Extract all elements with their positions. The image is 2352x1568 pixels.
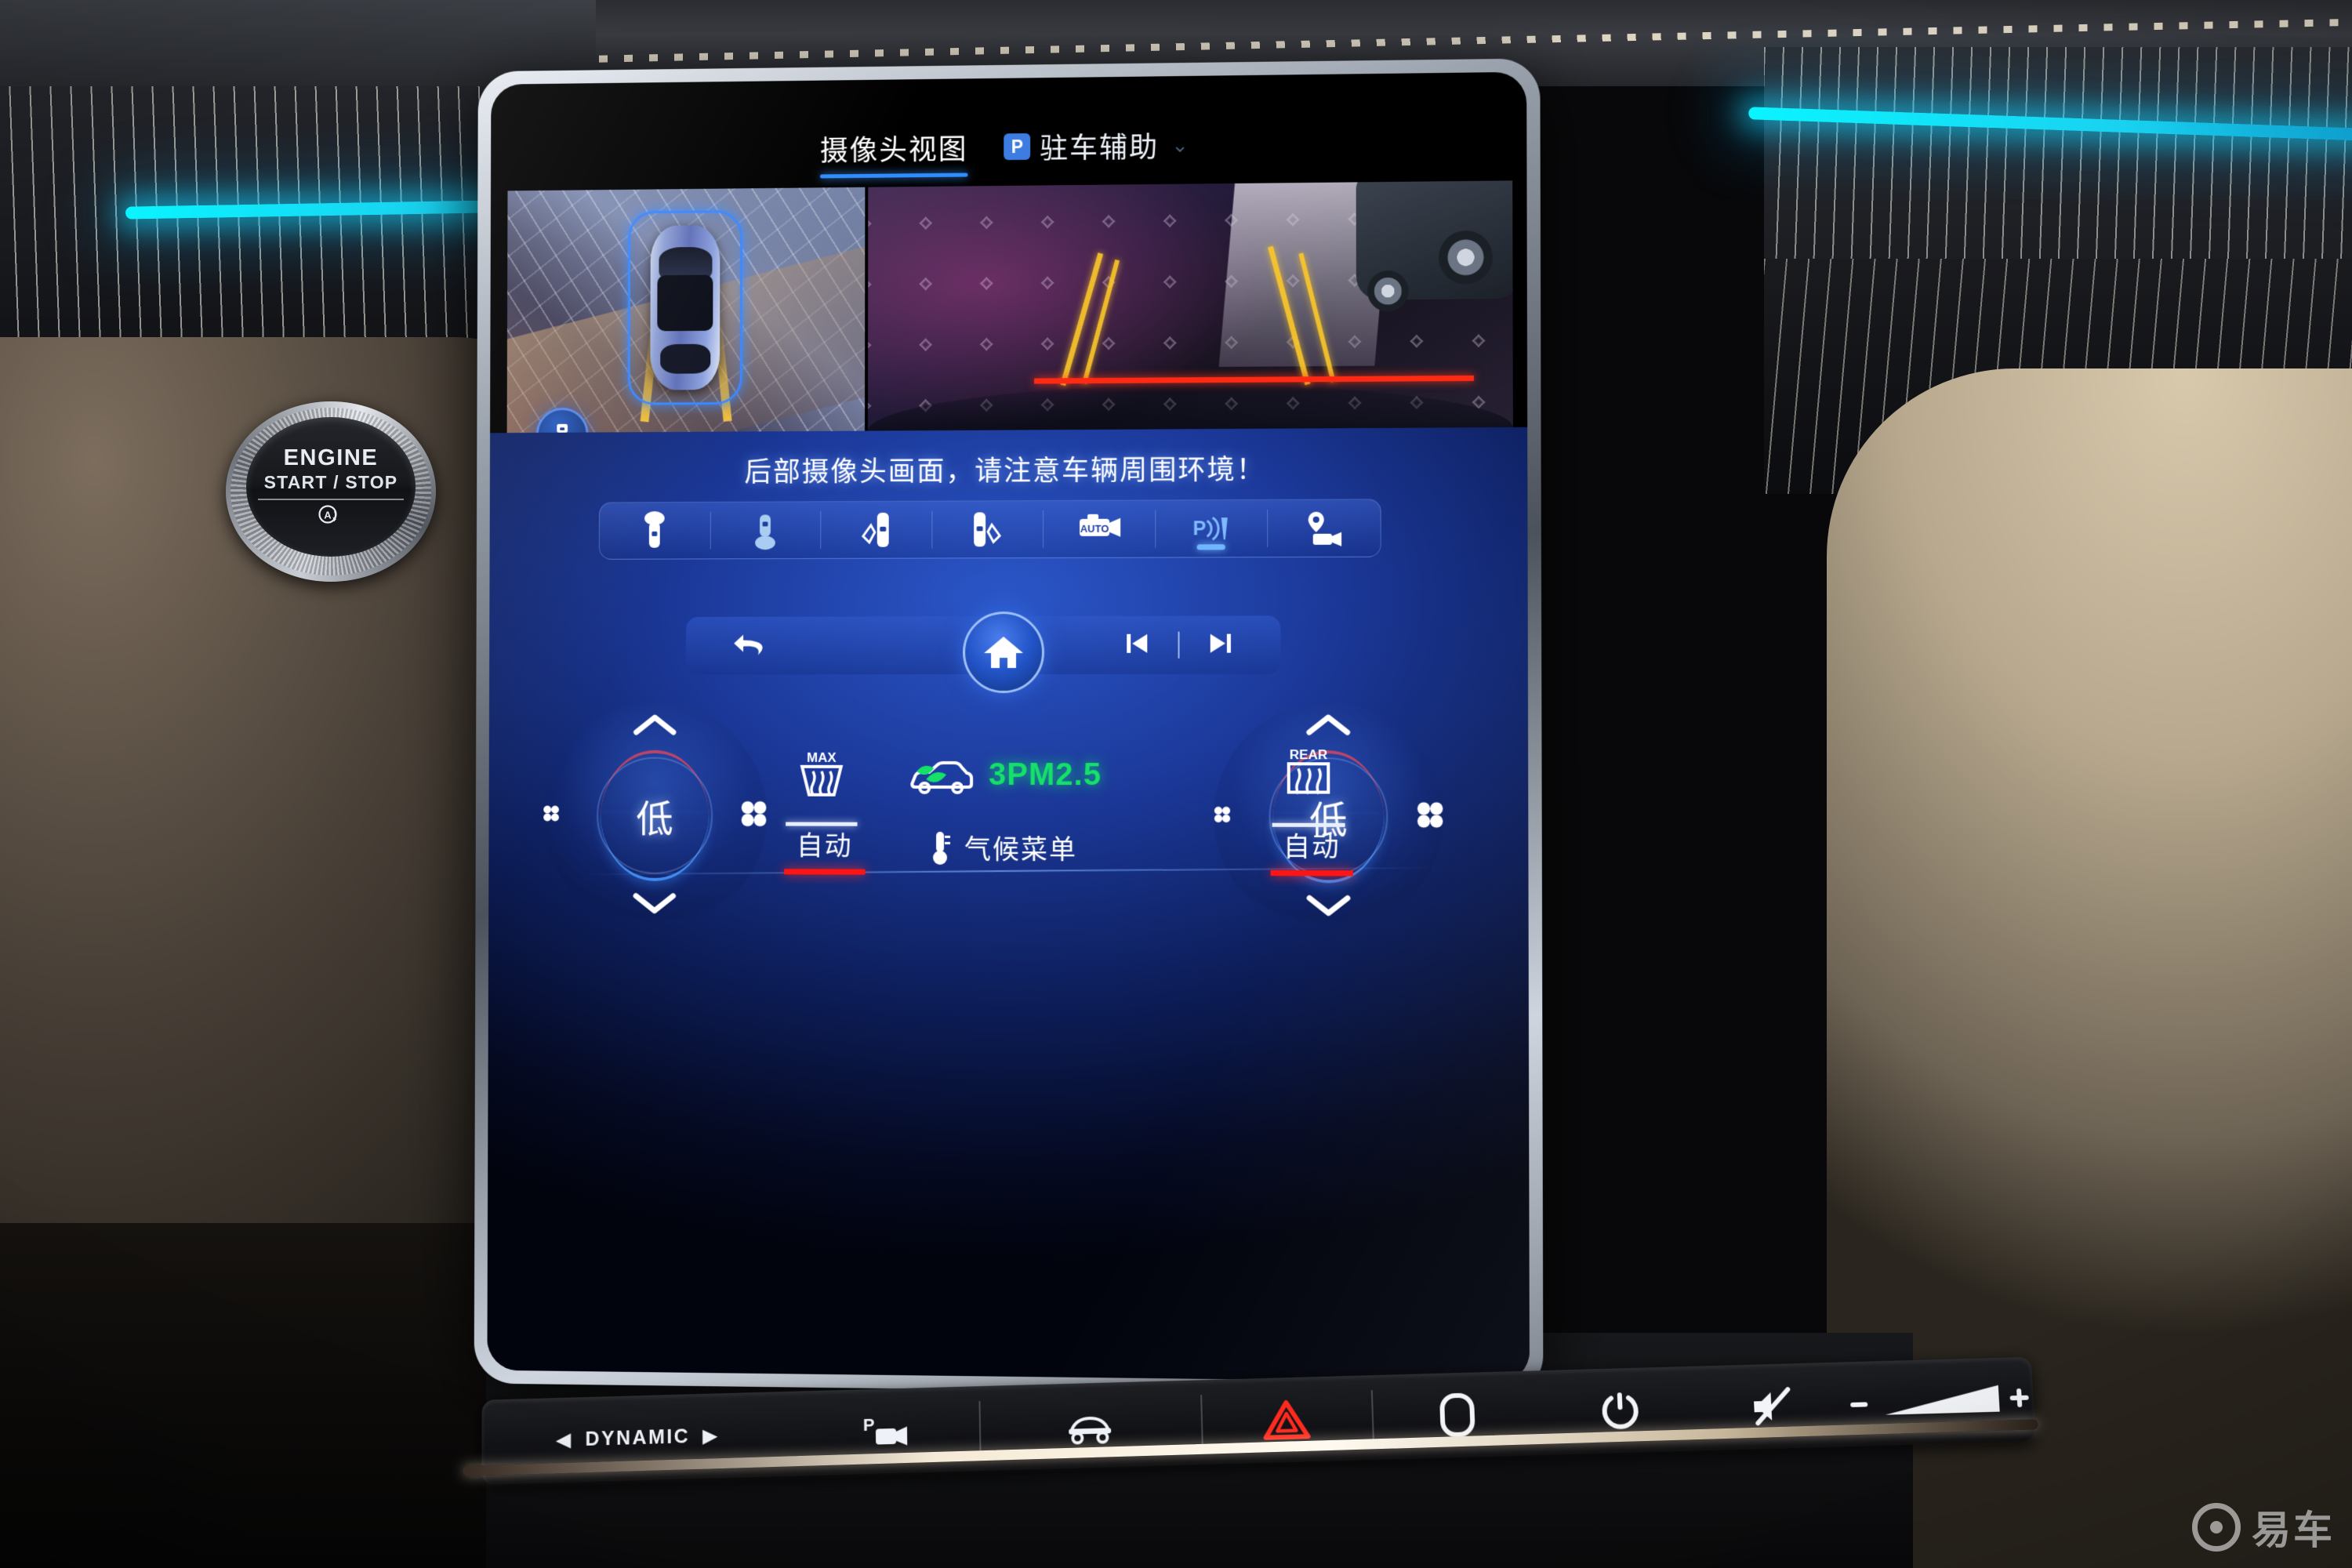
volume-plus-icon xyxy=(2016,1388,2023,1407)
parked-vehicle-wheel-front xyxy=(1367,270,1409,312)
rear-camera-icon[interactable] xyxy=(710,502,820,558)
tab-parking-assist[interactable]: P 驻车辅助 ⌄ xyxy=(1004,125,1189,176)
vehicle-body-shape xyxy=(650,225,720,390)
auto-label-left: 自动 xyxy=(796,831,853,862)
auto-camera-icon[interactable]: AUTO xyxy=(1043,501,1155,558)
chevron-up-icon[interactable] xyxy=(633,713,677,739)
tab-camera-view-label: 摄像头视图 xyxy=(820,132,968,167)
engine-label-line1: ENGINE xyxy=(283,445,379,470)
home-icon[interactable] xyxy=(963,611,1045,694)
infotainment-screen[interactable]: 摄像头视图 P 驻车辅助 ⌄ 后部摄像头画面，请注意车辆周围环境！ AUTO P… xyxy=(487,71,1530,1383)
temperature-dial-left[interactable]: 低 xyxy=(542,702,768,930)
rounded-rectangle-icon xyxy=(1435,1390,1479,1439)
vehicle-controls-panel: 后部摄像头画面，请注意车辆周围环境！ AUTO P 低 低 MAX 3PM2.5… xyxy=(487,426,1530,1383)
engine-label-line2: START / STOP xyxy=(263,471,398,492)
front-camera-icon[interactable] xyxy=(600,503,710,559)
mute-icon xyxy=(1748,1385,1797,1428)
surround-view-panel[interactable] xyxy=(506,187,866,434)
engine-start-stop-button[interactable]: ENGINE START / STOP A xyxy=(226,401,436,582)
p-badge-icon: P xyxy=(1004,132,1031,161)
right-side-camera-icon[interactable] xyxy=(931,501,1043,557)
screenshot-root: ENGINE START / STOP A 摄像头视图 P 驻车辅助 ⌄ 后部摄… xyxy=(0,0,2352,1568)
parked-vehicle-wheel-rear xyxy=(1439,230,1494,285)
watermark: 易车 xyxy=(2192,1499,2335,1555)
camera-view-container xyxy=(506,180,1513,434)
tab-active-indicator xyxy=(820,172,968,179)
dynamic-left-arrow[interactable]: ◀ xyxy=(556,1428,573,1452)
climate-menu-button[interactable]: 气候菜单 xyxy=(930,828,1077,866)
mode-active-indicator xyxy=(1196,544,1225,550)
watermark-logo-icon xyxy=(2192,1503,2241,1552)
hazard-triangle-icon xyxy=(1261,1397,1312,1443)
track-control-divider xyxy=(1178,631,1180,659)
air-purifier-car-icon xyxy=(906,754,975,795)
camera-warning-message: 后部摄像头画面，请注意车辆周围环境！ xyxy=(744,454,1266,488)
tab-parking-assist-label: 驻车辅助 xyxy=(1040,131,1160,165)
svg-text:P: P xyxy=(863,1415,875,1435)
parking-camera-icon: P xyxy=(863,1415,908,1446)
svg-text:REAR: REAR xyxy=(1290,747,1328,762)
power-icon xyxy=(1598,1389,1642,1432)
climate-auto-row: 自动 气候菜单 自动 xyxy=(488,824,1528,881)
auto-active-indicator-right xyxy=(1270,870,1353,877)
chevron-down-icon[interactable] xyxy=(633,892,676,918)
svg-text:P: P xyxy=(1193,518,1207,539)
rear-window-graphic xyxy=(660,343,711,374)
roof-graphic xyxy=(657,274,713,332)
vehicle-top-down-graphic xyxy=(623,205,747,423)
max-defrost-icon: MAX xyxy=(788,750,855,808)
rear-defrost-button[interactable]: REAR xyxy=(1272,746,1345,827)
auto-button-left[interactable]: 自动 xyxy=(784,825,866,875)
auto-label-right: 自动 xyxy=(1283,832,1341,863)
previous-track-icon[interactable] xyxy=(1123,630,1151,660)
dynamic-right-arrow[interactable]: ▶ xyxy=(702,1424,720,1448)
watermark-text: 易车 xyxy=(2252,1508,2335,1552)
chevron-down-icon[interactable] xyxy=(1306,894,1351,920)
svg-text:A: A xyxy=(324,509,332,521)
tab-camera-view[interactable]: 摄像头视图 xyxy=(820,127,968,179)
svg-text:AUTO: AUTO xyxy=(1080,523,1109,535)
air-quality-value: 3PM2.5 xyxy=(989,757,1102,792)
trailer-camera-icon[interactable] xyxy=(1268,499,1381,557)
engine-button-face: ENGINE START / STOP A xyxy=(246,417,416,557)
camera-mode-toolbar: AUTO P xyxy=(598,499,1381,560)
dynamic-label: DYNAMIC xyxy=(585,1425,691,1450)
engine-button-divider xyxy=(258,498,404,500)
infotainment-display-bezel: 摄像头视图 P 驻车辅助 ⌄ 后部摄像头画面，请注意车辆周围环境！ AUTO P… xyxy=(474,58,1544,1397)
auto-start-stop-icon: A xyxy=(318,504,344,529)
vehicle-suspension-icon xyxy=(1062,1417,1118,1446)
rear-defrost-icon: REAR xyxy=(1275,747,1343,808)
chevron-up-icon[interactable] xyxy=(1306,713,1351,739)
auto-button-right[interactable]: 自动 xyxy=(1270,826,1353,877)
chevron-down-icon: ⌄ xyxy=(1171,132,1189,157)
parking-sensor-icon[interactable]: P xyxy=(1155,500,1267,557)
back-arrow-icon[interactable] xyxy=(731,628,770,663)
max-defrost-button[interactable]: MAX xyxy=(786,750,858,826)
screen-header-tabs: 摄像头视图 P 驻车辅助 ⌄ xyxy=(491,121,1526,182)
rear-camera-panel[interactable] xyxy=(867,180,1513,431)
next-track-icon[interactable] xyxy=(1207,630,1235,660)
volume-level-indicator xyxy=(1884,1385,2000,1415)
left-side-camera-icon[interactable] xyxy=(820,502,931,558)
climate-menu-label: 气候菜单 xyxy=(964,834,1078,866)
track-controls xyxy=(1123,630,1235,660)
auto-active-indicator-left xyxy=(784,869,866,875)
svg-text:MAX: MAX xyxy=(807,750,837,765)
thermometer-icon xyxy=(933,832,951,865)
air-quality-indicator[interactable]: 3PM2.5 xyxy=(906,754,1102,795)
volume-minus-icon xyxy=(1850,1402,1868,1407)
